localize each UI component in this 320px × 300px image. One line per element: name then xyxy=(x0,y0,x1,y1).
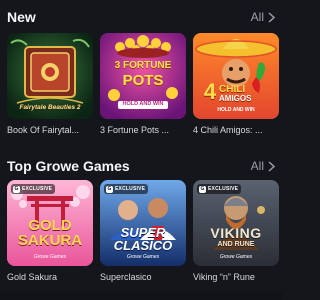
game-thumbnail[interactable]: G EXCLUSIVE SUPER CLASICO Growe Games xyxy=(100,180,186,266)
game-title: Superclasico xyxy=(100,272,152,282)
all-label: All xyxy=(250,10,264,24)
tile-title-line1: 3 FORTUNE xyxy=(114,60,172,71)
chevron-right-icon xyxy=(268,11,275,23)
tile-subtitle: HOLD AND WIN xyxy=(217,107,255,113)
section-header: New All xyxy=(7,6,275,28)
game-title: Viking “n” Rune xyxy=(193,272,255,282)
hold-and-win-label: HOLD AND WIN xyxy=(118,101,168,109)
game-thumbnail[interactable]: G EXCLUSIVE VIKING AND RUNE Growe Games xyxy=(193,180,279,266)
exclusive-badge: G EXCLUSIVE xyxy=(104,184,149,194)
tile-title-line2: SAKURA xyxy=(17,232,83,249)
tile-subtitle: HOLD AND WIN xyxy=(100,93,186,109)
game-row: G EXCLUSIVE GOLD SAKURA Growe Games Gold… xyxy=(7,180,279,282)
tile-title-line2: POTS xyxy=(122,72,164,89)
tile-title-line1: GOLD xyxy=(28,217,72,234)
section-title: New xyxy=(7,9,36,25)
tile-title-line2: AND RUNE xyxy=(217,241,255,248)
growe-logo-icon: G xyxy=(199,185,206,193)
game-card[interactable]: G EXCLUSIVE GOLD SAKURA Growe Games Gold… xyxy=(7,180,93,282)
growe-logo-icon: G xyxy=(13,185,20,193)
game-thumbnail[interactable]: 4 CHILI AMIGOS HOLD AND WIN xyxy=(193,33,279,119)
game-thumbnail[interactable]: 3 FORTUNE POTS HOLD AND WIN xyxy=(100,33,186,119)
game-title: 4 Chili Amigos: ... xyxy=(193,125,263,135)
tile-title-line2: CLASICO xyxy=(113,238,173,253)
all-label: All xyxy=(250,159,264,173)
game-card[interactable]: Fairytale Beauties 2 Book Of Fairytal... xyxy=(7,33,93,135)
chevron-right-icon xyxy=(268,160,275,172)
game-card[interactable]: 3 FORTUNE POTS HOLD AND WIN 3 Fortune Po… xyxy=(100,33,186,135)
game-thumbnail[interactable]: Fairytale Beauties 2 xyxy=(7,33,93,119)
section-top-growe-games: Top Growe Games All G EXCLUSIVE GOLD SAK… xyxy=(0,150,282,295)
game-title: Gold Sakura xyxy=(7,272,58,282)
game-card[interactable]: G EXCLUSIVE SUPER CLASICO Growe Games Su… xyxy=(100,180,186,282)
game-card[interactable]: G EXCLUSIVE VIKING AND RUNE Growe Games … xyxy=(193,180,279,282)
growe-brand-mark: Growe Games xyxy=(126,254,160,260)
tile-title-line2: AMIGOS xyxy=(219,94,252,103)
badge-label: EXCLUSIVE xyxy=(208,186,239,192)
exclusive-badge: G EXCLUSIVE xyxy=(197,184,242,194)
bottom-edge xyxy=(0,292,282,300)
tile-title: Fairytale Beauties 2 xyxy=(19,103,81,111)
tile-title-line1: VIKING xyxy=(210,225,262,241)
section-title: Top Growe Games xyxy=(7,158,130,174)
all-link[interactable]: All xyxy=(251,159,275,173)
section-header: Top Growe Games All xyxy=(7,155,275,177)
game-row: Fairytale Beauties 2 Book Of Fairytal... xyxy=(7,33,279,135)
tile-number: 4 xyxy=(203,79,217,104)
game-title: 3 Fortune Pots ... xyxy=(100,125,170,135)
exclusive-badge: G EXCLUSIVE xyxy=(11,184,56,194)
growe-logo-icon: G xyxy=(106,185,113,193)
badge-label: EXCLUSIVE xyxy=(22,186,53,192)
game-card[interactable]: 4 CHILI AMIGOS HOLD AND WIN 4 Chili Amig… xyxy=(193,33,279,135)
game-thumbnail[interactable]: G EXCLUSIVE GOLD SAKURA Growe Games xyxy=(7,180,93,266)
all-link[interactable]: All xyxy=(251,10,275,24)
growe-brand-mark: Growe Games xyxy=(33,254,67,260)
badge-label: EXCLUSIVE xyxy=(115,186,146,192)
growe-brand-mark: Growe Games xyxy=(219,254,253,260)
game-title: Book Of Fairytal... xyxy=(7,125,80,135)
section-new: New All Fairytale Beauties 2 Book Of Fai… xyxy=(0,0,282,145)
